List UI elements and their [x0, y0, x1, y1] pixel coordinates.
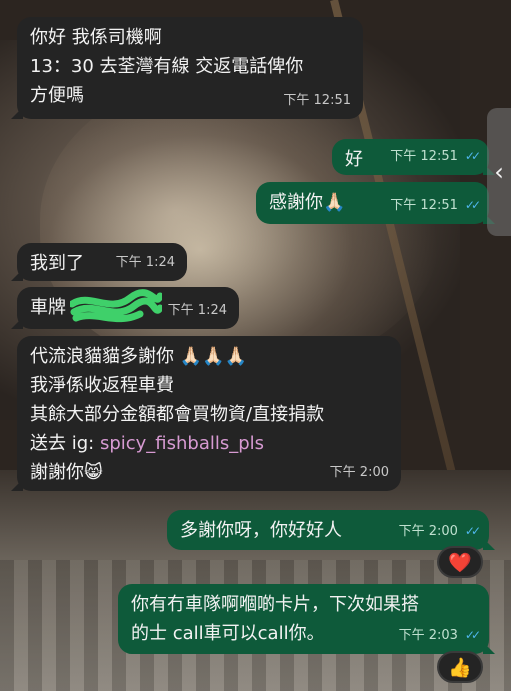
message-time: 下午 2:03 ✓✓: [399, 621, 481, 650]
message-bubble-incoming[interactable]: 我到了 下午 1:24: [17, 243, 187, 281]
chevron-left-icon: ‹: [494, 158, 504, 186]
double-check-icon: ✓✓: [464, 628, 481, 642]
thumbs-up-reaction[interactable]: 👍: [437, 651, 483, 683]
redaction-scribble: [70, 289, 162, 323]
message-time: 下午 12:51 ✓✓: [390, 142, 481, 171]
message-bubble-outgoing[interactable]: 你有冇車隊啊嗰啲卡片，下次如果搭 的士 call車可以call你。 下午 2:0…: [118, 584, 489, 654]
heart-reaction[interactable]: ❤️: [437, 546, 483, 578]
message-time: 下午 2:00 ✓✓: [399, 517, 481, 546]
message-time: 下午 1:24: [115, 255, 175, 270]
message-time: 下午 12:51 ✓✓: [390, 191, 481, 220]
double-check-icon: ✓✓: [464, 524, 481, 538]
message-bubble-outgoing[interactable]: 感謝你🙏🏻 下午 12:51 ✓✓: [256, 182, 489, 224]
message-time: 下午 2:00: [329, 465, 389, 480]
message-bubble-incoming[interactable]: 你好 我係司機啊 13：30 去荃灣有線 交返電話俾你 方便嗎 下午 12:51: [17, 17, 363, 119]
double-check-icon: ✓✓: [464, 149, 481, 163]
message-time: 下午 12:51: [283, 93, 351, 108]
message-bubble-incoming[interactable]: 代流浪貓貓多謝你 🙏🏻🙏🏻🙏🏻 我淨係收返程車費 其餘大部分金額都會買物資/直接…: [17, 336, 401, 491]
message-bubble-outgoing[interactable]: 好 下午 12:51 ✓✓: [332, 139, 489, 175]
message-time: 下午 1:24: [167, 303, 227, 318]
double-check-icon: ✓✓: [464, 198, 481, 212]
side-panel-handle[interactable]: ‹: [487, 108, 511, 236]
message-bubble-outgoing[interactable]: 多謝你呀，你好好人 下午 2:00 ✓✓: [167, 510, 489, 550]
instagram-link[interactable]: spicy_fishballs_pls: [100, 433, 264, 454]
